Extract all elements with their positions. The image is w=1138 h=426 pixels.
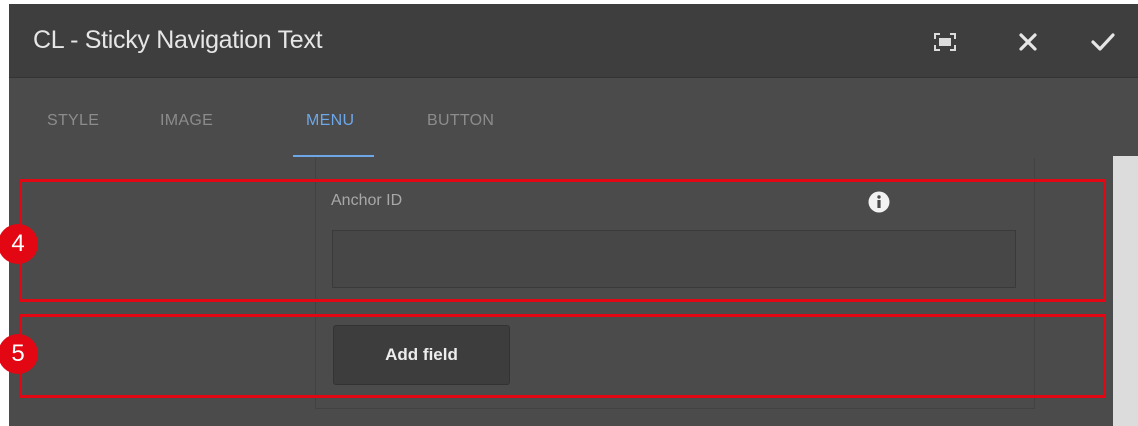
done-button[interactable]	[1085, 24, 1121, 60]
close-icon	[1019, 33, 1037, 51]
fullscreen-icon	[934, 33, 956, 51]
scrollbar[interactable]	[1113, 156, 1138, 426]
tab-bar: STYLE IMAGE MENU BUTTON	[9, 78, 1138, 158]
tab-style[interactable]: STYLE	[47, 112, 99, 130]
anchor-id-label: Anchor ID	[331, 192, 403, 209]
anchor-id-input[interactable]	[332, 230, 1016, 288]
fullscreen-button[interactable]	[927, 24, 963, 60]
check-icon	[1091, 33, 1115, 51]
cancel-button[interactable]	[1010, 24, 1046, 60]
add-field-button[interactable]: Add field	[333, 325, 510, 385]
active-tab-indicator	[293, 155, 374, 157]
dialog-titlebar: CL - Sticky Navigation Text	[9, 4, 1138, 78]
tab-menu[interactable]: MENU	[306, 112, 354, 130]
component-dialog: CL - Sticky Navigation Text STYLE IMAGE …	[9, 4, 1138, 426]
info-icon[interactable]	[868, 191, 890, 213]
dialog-title: CL - Sticky Navigation Text	[33, 26, 323, 54]
tab-button[interactable]: BUTTON	[427, 112, 494, 130]
screenshot-frame: CL - Sticky Navigation Text STYLE IMAGE …	[0, 0, 1138, 426]
tab-image[interactable]: IMAGE	[160, 112, 213, 130]
